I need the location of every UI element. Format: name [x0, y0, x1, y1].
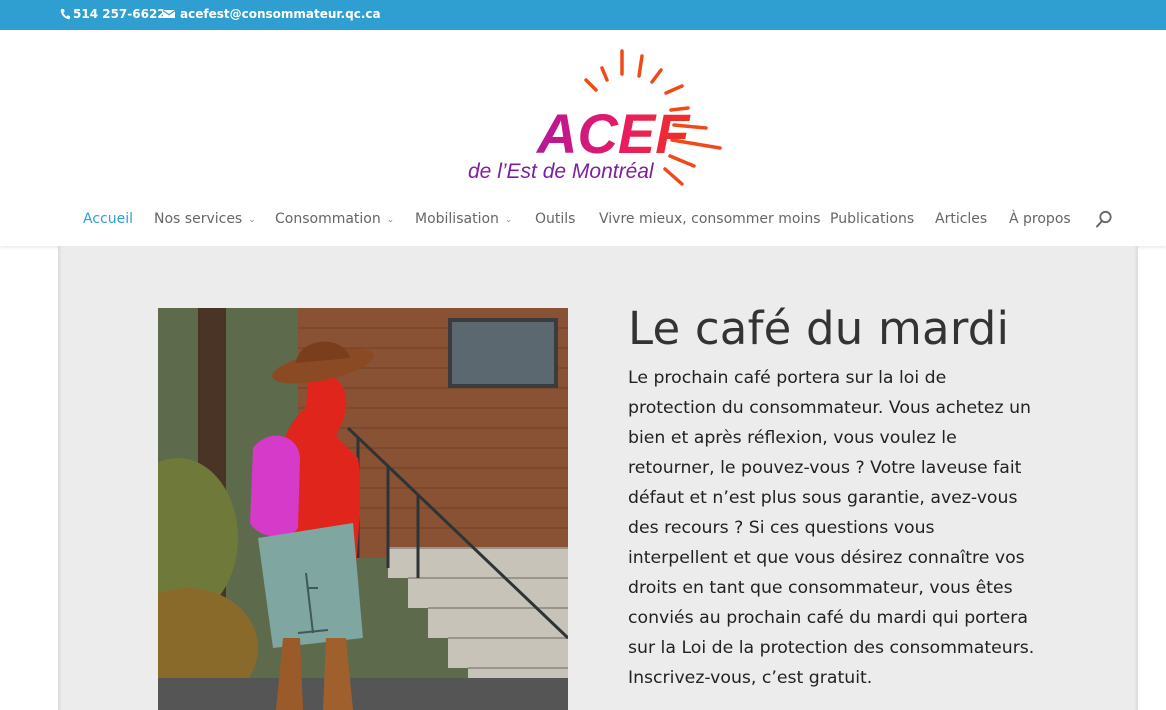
email-link[interactable]: acefest@consommateur.qc.ca — [163, 7, 381, 21]
nav-label: Outils — [535, 211, 576, 227]
panel-shadow-right — [1134, 246, 1138, 710]
post-title[interactable]: Le café du mardi — [628, 302, 1009, 355]
nav-label: Vivre mieux, consommer moins — [599, 211, 821, 227]
nav-item-mobilisation[interactable]: Mobilisation ⌄ — [415, 211, 512, 227]
nav-label: Publications — [830, 211, 915, 227]
nav-item-nos-services[interactable]: Nos services ⌄ — [154, 211, 256, 227]
search-icon[interactable] — [1095, 210, 1113, 228]
nav-label: Articles — [935, 211, 988, 227]
nav-item-publications[interactable]: Publications — [830, 211, 914, 227]
chevron-down-icon: ⌄ — [386, 215, 395, 225]
nav-label: Nos services — [154, 211, 243, 227]
nav-item-accueil[interactable]: Accueil — [83, 211, 133, 227]
envelope-icon — [163, 10, 175, 18]
nav-label: Consommation — [275, 211, 381, 227]
phone-number: 514 257-6622 — [73, 7, 166, 21]
nav-item-consommation[interactable]: Consommation ⌄ — [275, 211, 394, 227]
acef-logo[interactable]: ACEF de l’Est de Montréal — [462, 46, 728, 191]
phone-link[interactable]: 514 257-6622 — [60, 7, 166, 21]
panel-shadow-left — [58, 246, 62, 710]
main-nav: Accueil Nos services ⌄ Consommation ⌄ Mo… — [0, 200, 1166, 246]
phone-icon — [60, 9, 70, 20]
logo-tagline: de l’Est de Montréal — [468, 160, 655, 183]
nav-label: À propos — [1009, 211, 1071, 227]
chevron-down-icon: ⌄ — [504, 215, 513, 225]
logo-name: ACEF — [535, 102, 691, 165]
nav-item-articles[interactable]: Articles — [935, 211, 987, 227]
nav-label: Accueil — [83, 211, 133, 227]
nav-item-vivre-mieux[interactable]: Vivre mieux, consommer moins — [599, 211, 821, 227]
chevron-down-icon: ⌄ — [248, 215, 256, 225]
post-excerpt: Le prochain café portera sur la loi de p… — [628, 368, 1035, 688]
nav-item-outils[interactable]: Outils — [535, 211, 575, 227]
nav-item-a-propos[interactable]: À propos — [1009, 211, 1071, 227]
nav-label: Mobilisation — [415, 211, 499, 227]
email-address: acefest@consommateur.qc.ca — [180, 7, 381, 21]
featured-photo[interactable] — [158, 308, 568, 710]
top-bar: 514 257-6622 acefest@consommateur.qc.ca — [0, 0, 1166, 30]
